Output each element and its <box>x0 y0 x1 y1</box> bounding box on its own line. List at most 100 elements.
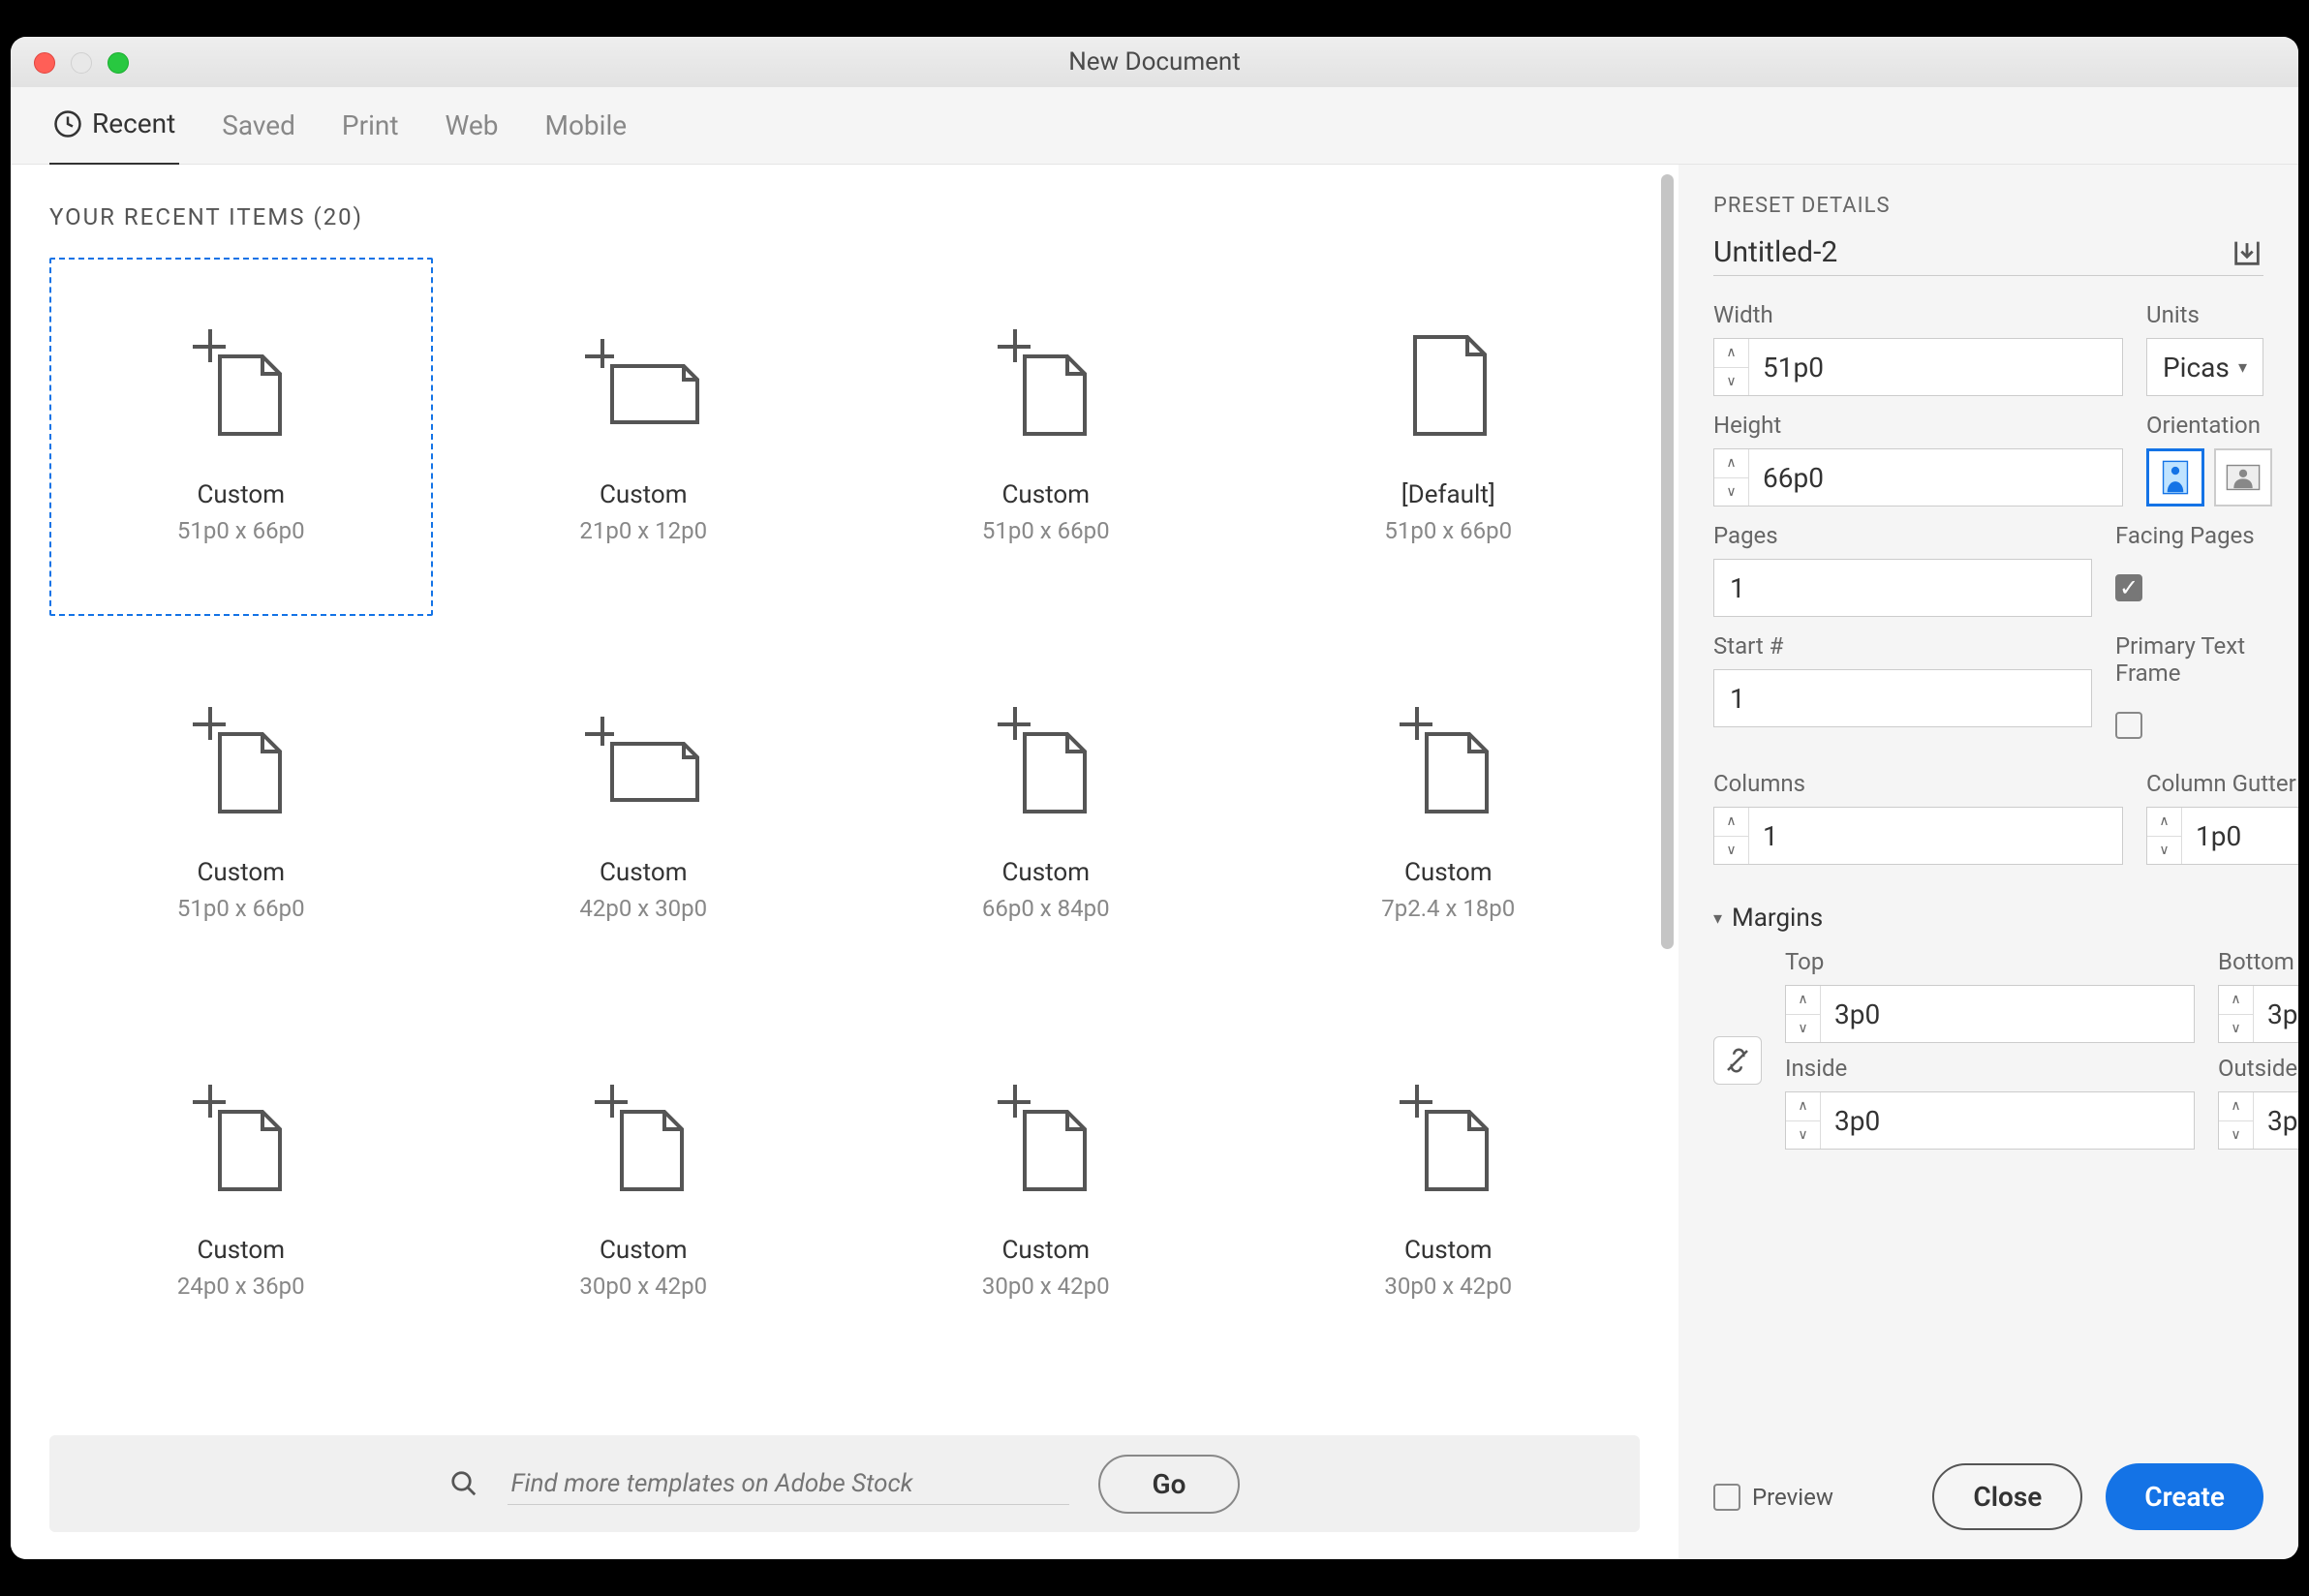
chevron-down-icon: ▾ <box>2238 357 2247 378</box>
orientation-landscape-button[interactable] <box>2214 448 2272 506</box>
preset-title: Custom <box>1001 1236 1090 1265</box>
columns-step-down[interactable]: ∨ <box>1714 837 1748 865</box>
preset-card[interactable]: Custom30p0 x 42p0 <box>854 1013 1238 1371</box>
width-step-up[interactable]: ∧ <box>1714 339 1748 368</box>
adobe-stock-bar: Go <box>49 1435 1640 1532</box>
preset-card[interactable]: Custom30p0 x 42p0 <box>452 1013 836 1371</box>
presets-pane: YOUR RECENT ITEMS (20) Custom51p0 x 66p0… <box>11 165 1678 1559</box>
category-tabs: Recent Saved Print Web Mobile <box>11 87 2298 165</box>
column-gutter-input[interactable]: ∧∨ <box>2146 807 2298 865</box>
height-value[interactable] <box>1749 449 2122 506</box>
portrait-icon <box>2161 460 2190 495</box>
search-icon <box>449 1469 478 1498</box>
orientation-portrait-button[interactable] <box>2146 448 2204 506</box>
page-icon <box>988 707 1104 823</box>
columns-input[interactable]: ∧∨ <box>1713 807 2123 865</box>
width-value[interactable] <box>1749 339 2122 395</box>
margins-disclosure[interactable]: ▾ Margins <box>1713 904 2263 933</box>
page-icon <box>585 329 701 445</box>
tab-saved[interactable]: Saved <box>218 109 299 165</box>
preset-card[interactable]: Custom51p0 x 66p0 <box>49 635 433 994</box>
new-document-window: New Document Recent Saved Print Web Mobi… <box>11 37 2298 1559</box>
width-step-down[interactable]: ∨ <box>1714 368 1748 396</box>
tab-mobile[interactable]: Mobile <box>541 109 631 165</box>
preset-card[interactable]: Custom21p0 x 12p0 <box>452 258 836 616</box>
preset-dimensions: 30p0 x 42p0 <box>579 1273 707 1300</box>
chain-broken-icon <box>1723 1046 1752 1075</box>
margin-top-up[interactable]: ∧ <box>1786 986 1820 1015</box>
facing-pages-checkbox[interactable]: ✓ <box>2115 574 2142 601</box>
link-margins-button[interactable] <box>1713 1036 1762 1085</box>
margin-bottom-input[interactable]: ∧∨ <box>2218 985 2298 1043</box>
preset-details-panel: PRESET DETAILS Width ∧∨ Units Picas <box>1678 165 2298 1559</box>
width-label: Width <box>1713 301 2123 328</box>
start-number-input[interactable] <box>1713 669 2092 727</box>
document-name-input[interactable] <box>1713 235 2153 269</box>
width-input[interactable]: ∧∨ <box>1713 338 2123 396</box>
margin-top-down[interactable]: ∨ <box>1786 1015 1820 1043</box>
minimize-window-button[interactable] <box>71 52 92 74</box>
primary-text-frame-checkbox[interactable] <box>2115 712 2142 739</box>
scrollbar-thumb[interactable] <box>1661 174 1674 949</box>
preset-card[interactable]: Custom42p0 x 30p0 <box>452 635 836 994</box>
margin-outside-down[interactable]: ∨ <box>2219 1121 2253 1150</box>
margin-inside-input[interactable]: ∧∨ <box>1785 1091 2195 1150</box>
close-window-button[interactable] <box>34 52 55 74</box>
page-icon <box>1390 1085 1506 1201</box>
units-select[interactable]: Picas ▾ <box>2146 338 2263 396</box>
presets-scroll[interactable]: YOUR RECENT ITEMS (20) Custom51p0 x 66p0… <box>11 165 1678 1416</box>
margin-inside-down[interactable]: ∨ <box>1786 1121 1820 1150</box>
page-icon <box>1390 329 1506 445</box>
tab-web[interactable]: Web <box>442 109 503 165</box>
primary-text-frame-label: Primary Text Frame <box>2115 632 2263 687</box>
tab-label: Mobile <box>545 109 628 141</box>
margin-top-value[interactable] <box>1821 986 2194 1042</box>
page-icon <box>183 707 299 823</box>
height-step-down[interactable]: ∨ <box>1714 478 1748 506</box>
page-icon <box>183 1085 299 1201</box>
columns-value[interactable] <box>1749 808 2122 864</box>
create-button[interactable]: Create <box>2106 1463 2263 1530</box>
preset-dimensions: 24p0 x 36p0 <box>177 1273 305 1300</box>
preset-card[interactable]: [Default]51p0 x 66p0 <box>1257 258 1641 616</box>
stock-go-button[interactable]: Go <box>1098 1455 1241 1514</box>
preset-title: Custom <box>1001 858 1090 887</box>
preset-card[interactable]: Custom30p0 x 42p0 <box>1257 1013 1641 1371</box>
page-icon <box>585 707 701 823</box>
margin-bottom-down[interactable]: ∨ <box>2219 1015 2253 1043</box>
close-button[interactable]: Close <box>1932 1463 2082 1530</box>
margin-inside-value[interactable] <box>1821 1092 2194 1149</box>
preset-card[interactable]: Custom7p2.4 x 18p0 <box>1257 635 1641 994</box>
margin-outside-value[interactable] <box>2254 1092 2298 1149</box>
margin-bottom-value[interactable] <box>2254 986 2298 1042</box>
save-preset-icon[interactable] <box>2231 236 2263 269</box>
page-icon <box>585 1085 701 1201</box>
tab-print[interactable]: Print <box>338 109 403 165</box>
tab-recent[interactable]: Recent <box>49 107 179 167</box>
stock-search-input[interactable] <box>508 1463 1069 1505</box>
height-input[interactable]: ∧∨ <box>1713 448 2123 506</box>
preset-card[interactable]: Custom51p0 x 66p0 <box>49 258 433 616</box>
margin-outside-up[interactable]: ∧ <box>2219 1092 2253 1121</box>
preset-title: Custom <box>197 1236 285 1265</box>
preset-title: Custom <box>1001 480 1090 509</box>
gutter-step-up[interactable]: ∧ <box>2147 808 2181 837</box>
preset-card[interactable]: Custom51p0 x 66p0 <box>854 258 1238 616</box>
height-step-up[interactable]: ∧ <box>1714 449 1748 478</box>
margin-inside-up[interactable]: ∧ <box>1786 1092 1820 1121</box>
window-title: New Document <box>1068 47 1241 77</box>
preview-checkbox[interactable] <box>1713 1484 1740 1511</box>
tab-label: Saved <box>222 109 295 141</box>
margin-top-input[interactable]: ∧∨ <box>1785 985 2195 1043</box>
margin-outside-input[interactable]: ∧∨ <box>2218 1091 2298 1150</box>
preset-card[interactable]: Custom66p0 x 84p0 <box>854 635 1238 994</box>
panel-footer: Preview Close Create <box>1713 1440 2263 1530</box>
margin-bottom-up[interactable]: ∧ <box>2219 986 2253 1015</box>
preset-card[interactable]: Custom 24p0 x 36p0 <box>49 1013 433 1371</box>
pages-input[interactable] <box>1713 559 2092 617</box>
facing-pages-label: Facing Pages <box>2115 522 2263 549</box>
zoom-window-button[interactable] <box>108 52 129 74</box>
columns-step-up[interactable]: ∧ <box>1714 808 1748 837</box>
gutter-value[interactable] <box>2182 808 2298 864</box>
gutter-step-down[interactable]: ∨ <box>2147 837 2181 865</box>
